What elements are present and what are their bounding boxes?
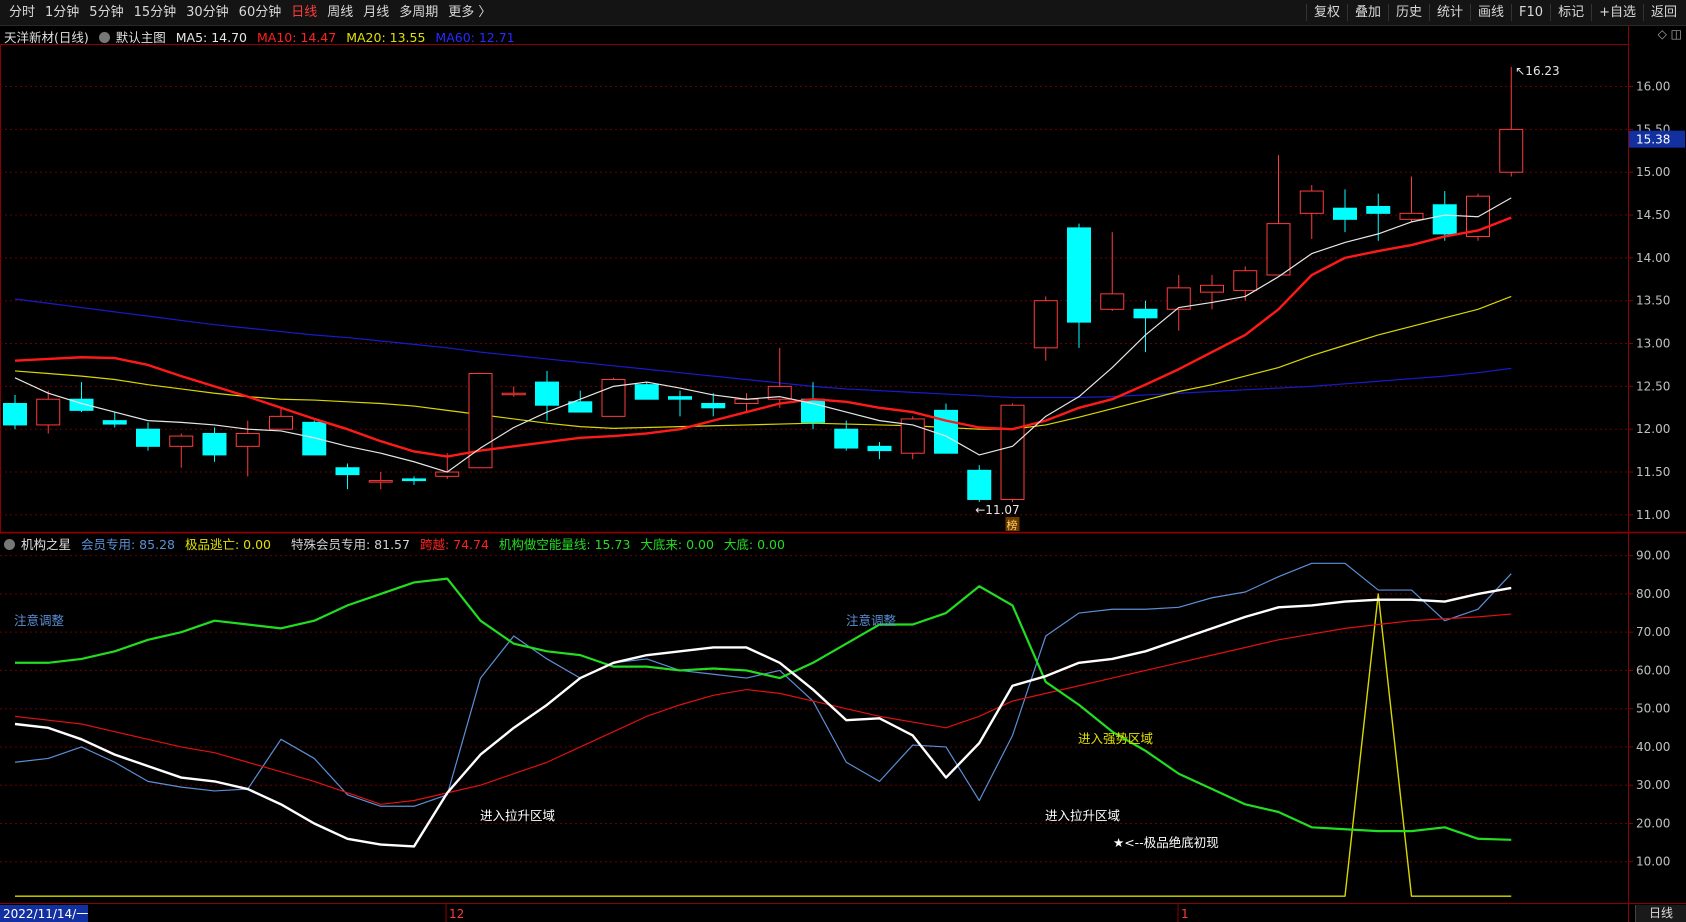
- candle-body: [102, 420, 127, 425]
- ind-tick-label: 10.00: [1636, 855, 1670, 869]
- main-tick-label: 13.00: [1636, 337, 1670, 351]
- main-tick-label: 14.50: [1636, 208, 1670, 222]
- candle-body: [1033, 300, 1058, 349]
- candle-body: [967, 469, 992, 500]
- candle-body: [634, 384, 659, 400]
- candle-body: [535, 381, 559, 406]
- x-axis-label: 2022/11/14/一: [3, 907, 88, 921]
- candle-body: [1266, 223, 1291, 276]
- candle-body: [1133, 308, 1158, 319]
- ma20-line: [14, 295, 1512, 430]
- chart-canvas[interactable]: 16.0015.5015.0014.5014.0013.5013.0012.50…: [0, 0, 1686, 922]
- candle-body: [335, 467, 360, 476]
- candle-body: [934, 409, 958, 454]
- ind-tick-label: 60.00: [1636, 663, 1670, 677]
- x-axis-label: 12: [449, 907, 464, 921]
- candle-body: [402, 478, 426, 482]
- main-panel-frame: [0, 44, 1629, 534]
- ind-series-line-4: [14, 586, 1512, 848]
- candle-body: [169, 435, 194, 447]
- x-axis-label: 1: [1181, 907, 1189, 921]
- candle-body: [136, 428, 160, 447]
- candle-body: [1432, 204, 1457, 235]
- ind-series-line-3: [15, 577, 1512, 841]
- candle-body: [1499, 128, 1524, 173]
- main-tick-label: 15.00: [1636, 165, 1670, 179]
- candle-body: [1100, 293, 1125, 310]
- candle-body: [1200, 284, 1224, 293]
- ma60-line: [14, 298, 1512, 399]
- candle-body: [269, 415, 293, 430]
- main-tick-label: 12.00: [1636, 422, 1670, 436]
- candle-body: [834, 428, 859, 449]
- ind-tick-label: 50.00: [1636, 702, 1670, 716]
- candle-body: [302, 421, 327, 456]
- ind-tick-label: 30.00: [1636, 778, 1670, 792]
- indicator-annotation: 注意调整: [846, 613, 897, 628]
- candle-body: [235, 432, 260, 447]
- main-tick-label: 11.50: [1636, 465, 1670, 479]
- candle-body: [36, 398, 61, 426]
- candle-body: [1366, 205, 1391, 214]
- candle-body: [1000, 404, 1025, 500]
- candle-body: [501, 392, 526, 396]
- candle-body: [801, 398, 825, 423]
- candle-body: [1067, 227, 1091, 323]
- rank-marker: 榜: [1007, 518, 1018, 532]
- candle-body: [701, 403, 726, 409]
- main-tick-label: 13.50: [1636, 294, 1670, 308]
- high-price-label: ↖16.23: [1515, 64, 1559, 78]
- indicator-annotation: 进入强势区域: [1078, 731, 1153, 746]
- ind-tick-label: 40.00: [1636, 740, 1670, 754]
- candle-body: [1333, 207, 1357, 220]
- ind-series-line-0: [15, 593, 1512, 897]
- period-indicator-tab[interactable]: 日线: [1635, 905, 1686, 922]
- current-price-label: 15.38: [1636, 133, 1670, 147]
- candle-body: [1233, 270, 1258, 291]
- ind-tick-label: 20.00: [1636, 816, 1670, 830]
- candle-body: [368, 480, 393, 483]
- ind-tick-label: 70.00: [1636, 625, 1670, 639]
- main-tick-label: 16.00: [1636, 80, 1670, 94]
- candle-body: [435, 471, 460, 477]
- candle-body: [3, 403, 27, 426]
- candle-body: [734, 398, 759, 405]
- ind-series-line-1: [14, 562, 1512, 807]
- candle-body: [202, 432, 227, 456]
- indicator-annotation: 进入拉升区域: [480, 808, 555, 823]
- indicator-annotation: ★<--极品绝底初现: [1113, 835, 1219, 850]
- candle-body: [1299, 190, 1324, 214]
- indicator-annotation: 注意调整: [14, 613, 65, 628]
- indicator-annotation: 进入拉升区域: [1045, 808, 1120, 823]
- ind-tick-label: 80.00: [1636, 587, 1670, 601]
- main-tick-label: 12.50: [1636, 379, 1670, 393]
- ind-tick-label: 90.00: [1636, 549, 1670, 563]
- candle-body: [668, 396, 692, 400]
- main-tick-label: 14.00: [1636, 251, 1670, 265]
- candle-body: [867, 445, 892, 452]
- main-tick-label: 11.00: [1636, 508, 1670, 522]
- low-price-label: ←11.07: [975, 503, 1019, 517]
- candle-body: [568, 401, 593, 413]
- candle-body: [1399, 212, 1424, 220]
